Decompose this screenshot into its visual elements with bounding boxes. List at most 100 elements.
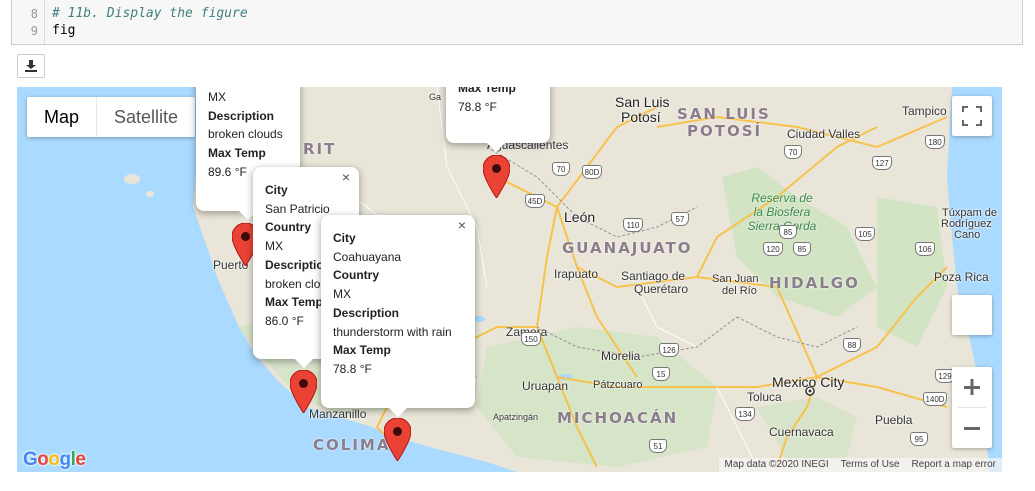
report-map-error-link[interactable]: Report a map error: [906, 458, 1002, 472]
region-label: HIDALGO: [769, 274, 860, 292]
highway-shield: 45D: [525, 194, 545, 208]
city-label: Querétaro: [634, 282, 689, 296]
highway-shield: 140D: [923, 392, 947, 406]
map-data-credit: Map data ©2020 INEGI: [724, 459, 829, 470]
city-label: San Juan: [712, 273, 759, 285]
zoom-out-button[interactable]: [952, 408, 992, 448]
map-type-map-button[interactable]: Map: [27, 97, 98, 137]
city-label: Irapuato: [554, 267, 599, 281]
line-number-gutter: 8 9: [12, 0, 45, 44]
minus-icon: [964, 427, 980, 430]
highway-shield: 127: [872, 156, 892, 170]
city-label: Pátzcuaro: [593, 379, 643, 391]
info-description-label: Description: [208, 108, 275, 123]
info-country-value: MX: [333, 287, 351, 302]
city-label: Mexico City: [772, 374, 845, 390]
city-label: Uruapan: [522, 379, 569, 393]
download-button[interactable]: [17, 54, 45, 78]
info-window-tail: [389, 408, 407, 417]
region-label: COLIMA: [313, 436, 391, 454]
code-line[interactable]: fig: [52, 23, 75, 38]
highway-shield: 57: [671, 212, 689, 226]
map-view[interactable]: SAN LUIS POTOSÍ GUANAJUATO HIDALGO MICHO…: [17, 87, 1002, 472]
city-label: Apatzingán: [493, 412, 539, 422]
city-label: Poza Rica: [934, 270, 989, 284]
info-country-label: Country: [333, 268, 379, 283]
info-city-label: City: [333, 231, 356, 245]
city-label: del Río: [722, 285, 757, 297]
park-label-line: la Biosfera: [753, 205, 811, 219]
city-label: Toluca: [747, 390, 782, 404]
city-label: Manzanillo: [309, 407, 367, 421]
city-label: San Luis: [615, 94, 670, 110]
city-label: Cuernavaca: [769, 425, 834, 439]
download-icon: [25, 60, 37, 72]
highway-shield: 126: [659, 343, 679, 357]
map-marker[interactable]: [483, 155, 510, 198]
map-marker[interactable]: [384, 418, 411, 461]
city-label: Morelia: [601, 349, 641, 363]
highway-shield: 95: [910, 432, 928, 446]
map-type-satellite-button[interactable]: Satellite: [97, 97, 195, 137]
region-label: RIT: [303, 140, 337, 158]
highway-shield: 80D: [582, 165, 602, 179]
city-label: Potosí: [621, 109, 661, 125]
close-icon[interactable]: ×: [342, 170, 350, 184]
close-icon[interactable]: ×: [458, 218, 466, 232]
region-label: GUANAJUATO: [562, 239, 693, 257]
code-comment-line[interactable]: # 11b. Display the figure: [52, 6, 248, 21]
highway-shield: 134: [735, 407, 755, 421]
info-country-value: MX: [208, 90, 226, 104]
line-number: 8: [30, 7, 38, 21]
region-label: POTOSÍ: [687, 122, 763, 140]
info-window: Max Temp 78.8 °F: [446, 87, 550, 143]
city-label: Ciudad Valles: [787, 127, 861, 141]
highway-shield: 110: [623, 218, 643, 232]
info-maxtemp-value: 78.8 °F: [333, 361, 372, 376]
code-cell[interactable]: 8 9 # 11b. Display the figure fig: [11, 0, 1023, 45]
terms-of-use-link[interactable]: Terms of Use: [835, 458, 906, 472]
zoom-control: [952, 367, 992, 448]
info-window-tail: [487, 143, 505, 152]
park-label-line: Reserva de: [751, 191, 813, 205]
highway-shield: 105: [855, 227, 875, 241]
info-maxtemp-value: 78.8 °F: [458, 99, 497, 114]
zoom-in-button[interactable]: [952, 367, 992, 407]
highway-shield: 88: [843, 338, 861, 352]
info-description-value: thunderstorm with rain: [333, 324, 452, 339]
plus-icon: [964, 379, 980, 395]
info-city-value: Coahuayana: [333, 249, 402, 264]
highway-shield: 85: [793, 242, 811, 256]
region-label: MICHOACÁN: [557, 409, 679, 427]
info-description-value: broken clouds: [208, 127, 283, 142]
highway-shield: 15: [652, 367, 670, 381]
highway-shield: 150: [521, 332, 541, 346]
region-label: SAN LUIS: [677, 105, 771, 123]
city-label: Puebla: [875, 413, 913, 427]
info-window-tail: [295, 359, 313, 368]
info-maxtemp-label: Max Temp: [208, 146, 266, 161]
fullscreen-icon: [962, 106, 982, 126]
google-logo[interactable]: Google: [23, 449, 86, 471]
city-label: Cano: [954, 229, 981, 241]
city-label: Tampico: [902, 104, 947, 118]
city-label: León: [564, 209, 596, 225]
map-marker[interactable]: [290, 370, 317, 413]
info-maxtemp-label: Max Temp: [333, 343, 391, 358]
fullscreen-button[interactable]: [952, 96, 992, 136]
highway-shield: 70: [784, 145, 802, 159]
map-attribution: Map data ©2020 INEGI Terms of Use Report…: [718, 458, 1002, 472]
line-number: 9: [30, 24, 38, 38]
info-description-label: Description: [333, 305, 400, 320]
street-view-button[interactable]: [952, 295, 992, 335]
highway-shield: 51: [649, 439, 667, 453]
info-maxtemp-label: Max Temp: [458, 87, 516, 95]
highway-shield: 106: [915, 242, 935, 256]
info-city-label: City: [265, 183, 288, 197]
highway-shield: 180: [925, 135, 945, 149]
highway-shield: 120: [763, 242, 783, 256]
map-type-control: Map Satellite: [27, 97, 196, 137]
highway-shield: 85: [779, 225, 797, 239]
highway-shield: 70: [552, 162, 570, 176]
info-window: × City Coahuayana Country MX Description…: [321, 215, 475, 408]
